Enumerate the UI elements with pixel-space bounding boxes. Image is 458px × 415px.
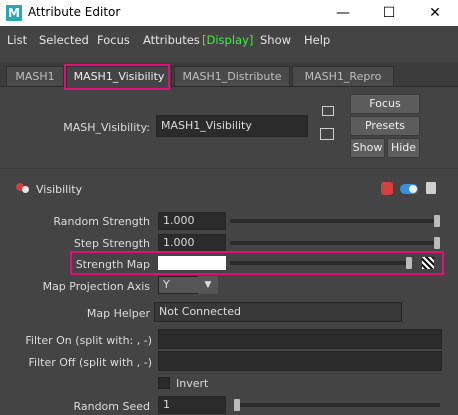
step-strength-label: Step Strength [73,237,150,250]
random-seed-slider-track[interactable] [234,403,440,407]
random-seed-label: Random Seed [73,400,150,413]
focus-button[interactable]: Focus [350,94,420,114]
visibility-node-icon-secondary [22,186,29,193]
menu-display[interactable]: [Display] [202,33,253,47]
tab-mash1-repro[interactable]: MASH1_Repro [292,66,394,86]
menu-focus[interactable]: Focus [97,33,130,47]
menu-show[interactable]: Show [260,33,291,47]
invert-checkbox[interactable] [158,377,170,389]
filter-on-label: Filter On (split with: , -) [25,334,152,347]
maximize-icon[interactable]: ☐ [366,0,412,26]
divider [0,168,458,169]
show-button[interactable]: Show [350,138,385,158]
menu-attributes[interactable]: Attributes [143,33,200,47]
chevron-down-icon[interactable]: ▼ [198,276,218,294]
strength-map-color-swatch[interactable] [158,256,226,270]
strength-map-slider-track[interactable] [230,261,412,265]
window-title: Attribute Editor [28,5,121,19]
step-strength-slider-track[interactable] [230,241,440,245]
menu-selected[interactable]: Selected [39,33,89,47]
random-strength-slider-track[interactable] [230,219,440,223]
filter-off-field[interactable] [158,351,442,371]
filter-off-label: Filter Off (split with , -) [28,356,153,369]
delete-icon[interactable] [426,182,436,194]
minimize-icon[interactable]: — [320,0,366,26]
map-helper-label: Map Helper [86,307,150,320]
menu-list[interactable]: List [7,33,27,47]
step-strength-field[interactable]: 1.000 [158,234,226,252]
menu-help[interactable]: Help [304,33,330,47]
random-seed-field[interactable]: 1 [158,396,226,414]
hide-button[interactable]: Hide [387,138,420,158]
tab-mash1[interactable]: MASH1 [6,66,64,86]
node-name-field[interactable]: MASH1_Visibility [156,115,308,137]
random-strength-label: Random Strength [53,215,150,228]
input-connection-icon[interactable] [322,106,334,116]
tab-highlight-box [64,64,170,90]
strength-map-label: Strength Map [75,258,150,271]
step-strength-slider-handle[interactable] [434,237,440,249]
texture-map-icon[interactable] [422,257,434,269]
random-strength-field[interactable]: 1.000 [158,212,226,230]
node-name-label: MASH_Visibility: [63,121,150,134]
invert-label: Invert [176,377,209,390]
enable-toggle-icon[interactable] [400,184,418,194]
map-projection-axis-label: Map Projection Axis [42,280,150,293]
section-title: Visibility [36,183,83,196]
map-helper-field[interactable]: Not Connected [154,302,402,322]
output-connection-icon[interactable] [320,128,334,140]
maya-app-icon: M [6,5,22,21]
node-state-icon[interactable] [381,182,393,195]
filter-on-field[interactable] [158,329,442,349]
random-strength-slider-handle[interactable] [434,215,440,227]
random-seed-slider-handle[interactable] [234,399,240,411]
close-icon[interactable]: ✕ [412,0,458,26]
tab-mash1-distribute[interactable]: MASH1_Distribute [174,66,290,86]
presets-button[interactable]: Presets [350,116,420,136]
strength-map-slider-handle[interactable] [406,257,412,269]
